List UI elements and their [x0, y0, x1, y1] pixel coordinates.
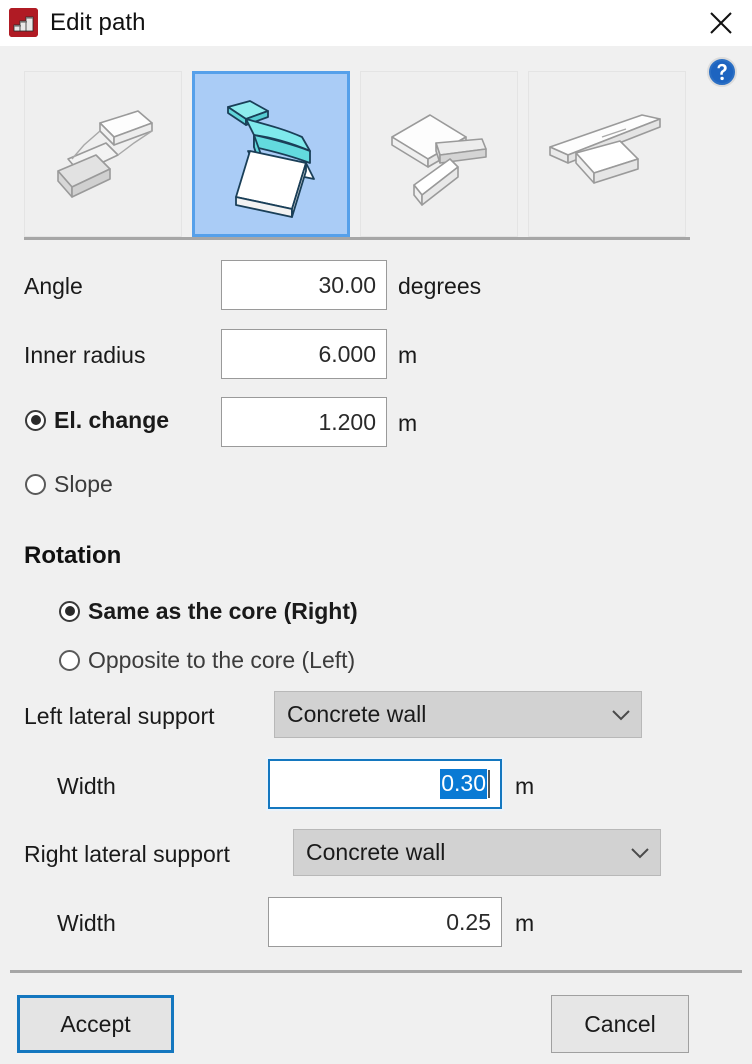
el-change-unit: m	[398, 410, 418, 436]
angle-label: Angle	[24, 273, 83, 299]
inner-radius-input-value: 6.000	[318, 340, 376, 367]
left-support-width-input-value: 0.30	[440, 769, 487, 799]
top-divider	[24, 237, 690, 240]
radio-off-icon	[59, 649, 80, 671]
chevron-down-icon	[601, 708, 641, 722]
right-lateral-support-label: Right lateral support	[24, 841, 230, 867]
path-type-option-curved-winder[interactable]	[192, 71, 350, 237]
accept-button[interactable]: Accept	[17, 995, 174, 1053]
el-change-radio[interactable]: El. change	[25, 406, 169, 434]
el-change-input[interactable]: 1.200	[221, 397, 387, 447]
path-type-selector	[24, 71, 690, 237]
rotation-option-same-as-core-label: Same as the core (Right)	[88, 598, 358, 624]
slope-radio[interactable]: Slope	[25, 470, 113, 498]
right-support-width-label: Width	[57, 910, 116, 936]
left-support-width-unit: m	[515, 773, 535, 799]
rotation-option-same-as-core[interactable]: Same as the core (Right)	[59, 597, 358, 625]
left-support-width-input[interactable]: 0.30	[268, 759, 502, 809]
right-support-width-input-value: 0.25	[446, 908, 491, 935]
stairs-icon	[9, 8, 38, 37]
right-support-width-input[interactable]: 0.25	[268, 897, 502, 947]
straight-flight-path-icon	[57, 110, 153, 198]
dialog-body: Angle 30.00 degrees Inner radius 6.000 m…	[0, 46, 752, 970]
crossing-flat-path-icon	[549, 114, 661, 184]
rotation-option-opposite-to-core-label: Opposite to the core (Left)	[88, 647, 356, 673]
rotation-option-opposite-to-core[interactable]: Opposite to the core (Left)	[59, 646, 355, 674]
right-lateral-support-value: Concrete wall	[306, 839, 446, 865]
cancel-button[interactable]: Cancel	[551, 995, 689, 1053]
curved-winder-path-icon	[227, 100, 315, 218]
left-lateral-support-select[interactable]: Concrete wall	[274, 691, 642, 738]
path-type-option-tee-landing[interactable]	[360, 71, 518, 237]
rotation-section-title: Rotation	[24, 542, 122, 569]
left-lateral-support-value: Concrete wall	[287, 701, 427, 727]
path-type-option-crossing-flat[interactable]	[528, 71, 686, 237]
right-lateral-support-select[interactable]: Concrete wall	[293, 829, 661, 876]
inner-radius-unit: m	[398, 342, 418, 368]
left-support-width-label: Width	[57, 773, 116, 799]
left-lateral-support-label: Left lateral support	[24, 703, 215, 729]
help-icon[interactable]	[706, 56, 738, 88]
path-type-option-straight-flight[interactable]	[24, 71, 182, 237]
radio-off-icon	[25, 473, 46, 495]
dialog-footer: Accept Cancel	[0, 973, 752, 1064]
window-title: Edit path	[50, 9, 146, 36]
inner-radius-input[interactable]: 6.000	[221, 329, 387, 379]
radio-on-icon	[59, 600, 80, 622]
right-support-width-unit: m	[515, 910, 535, 936]
inner-radius-label: Inner radius	[24, 342, 146, 368]
tee-landing-path-icon	[391, 114, 487, 206]
chevron-down-icon	[620, 846, 660, 860]
edit-path-dialog: Edit path Angle 30.00 degrees Inner radi…	[0, 0, 752, 1064]
angle-input-value: 30.00	[318, 271, 376, 298]
el-change-input-value: 1.200	[318, 408, 376, 435]
text-caret	[488, 770, 490, 798]
title-bar: Edit path	[0, 0, 752, 46]
el-change-label: El. change	[54, 407, 170, 433]
radio-on-icon	[25, 409, 46, 431]
close-icon[interactable]	[698, 2, 744, 44]
angle-input[interactable]: 30.00	[221, 260, 387, 310]
angle-unit: degrees	[398, 273, 482, 299]
slope-label: Slope	[54, 471, 113, 497]
